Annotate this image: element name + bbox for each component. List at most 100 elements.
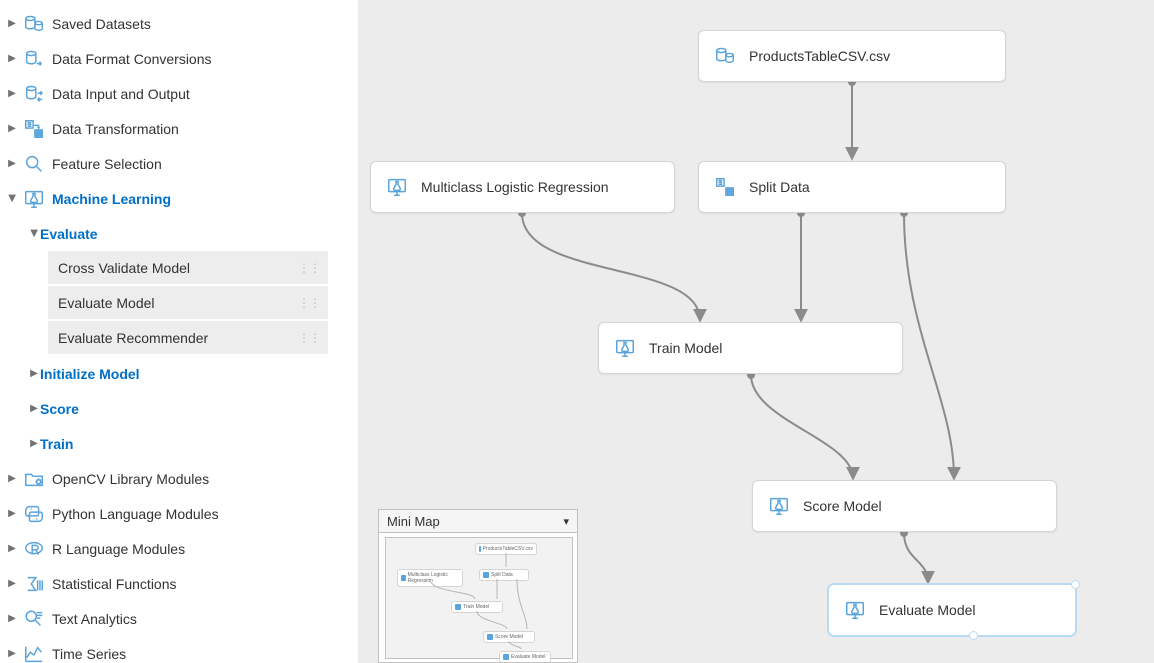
node-label: ProductsTableCSV.csv bbox=[749, 48, 890, 64]
folder-gear-icon bbox=[22, 467, 46, 491]
sidebar-item-initialize-model[interactable]: ▶ Initialize Model bbox=[0, 356, 358, 391]
chevron-right-icon: ▶ bbox=[28, 368, 40, 379]
module-evaluate-model[interactable]: Evaluate Model ⋮⋮ bbox=[48, 286, 328, 321]
database-icon bbox=[22, 12, 46, 36]
sidebar-item-label: Feature Selection bbox=[52, 156, 162, 172]
minimap-title: Mini Map bbox=[387, 514, 440, 529]
sidebar-item-label: Score bbox=[40, 401, 79, 417]
chevron-down-icon: ▶ bbox=[7, 193, 18, 205]
sidebar-item-label: Python Language Modules bbox=[52, 506, 219, 522]
minimap[interactable]: Mini Map ▾ ProductsTableCSV.csv Multicla… bbox=[378, 509, 578, 663]
sidebar-item-statistical-functions[interactable]: ▶ Statistical Functions bbox=[0, 566, 358, 601]
chevron-right-icon: ▶ bbox=[6, 473, 18, 484]
module-evaluate-recommender[interactable]: Evaluate Recommender ⋮⋮ bbox=[48, 321, 328, 356]
sidebar-item-python[interactable]: ▶ Python Language Modules bbox=[0, 496, 358, 531]
sidebar-item-label: Train bbox=[40, 436, 73, 452]
module-cross-validate-model[interactable]: Cross Validate Model ⋮⋮ bbox=[48, 251, 328, 286]
chevron-right-icon: ▶ bbox=[6, 578, 18, 589]
database-icon bbox=[713, 44, 737, 68]
magnifier-icon bbox=[22, 152, 46, 176]
cylinder-io-icon bbox=[22, 82, 46, 106]
node-label: Train Model bbox=[649, 340, 722, 356]
chevron-right-icon: ▶ bbox=[6, 648, 18, 659]
sidebar-item-label: OpenCV Library Modules bbox=[52, 471, 209, 487]
minimap-node: Evaluate Model bbox=[499, 651, 551, 663]
flask-monitor-icon bbox=[843, 598, 867, 622]
sigma-icon bbox=[22, 572, 46, 596]
chevron-right-icon: ▶ bbox=[6, 88, 18, 99]
module-label: Cross Validate Model bbox=[58, 260, 190, 276]
node-train-model[interactable]: Train Model bbox=[598, 322, 903, 374]
node-evaluate-model[interactable]: Evaluate Model bbox=[828, 584, 1076, 636]
module-label: Evaluate Recommender bbox=[58, 330, 208, 346]
sidebar-item-label: Time Series bbox=[52, 646, 126, 662]
minimap-node: Train Model bbox=[451, 601, 503, 613]
sidebar-item-r-language[interactable]: ▶ R Language Modules bbox=[0, 531, 358, 566]
transform-icon bbox=[713, 175, 737, 199]
node-label: Split Data bbox=[749, 179, 810, 195]
module-label: Evaluate Model bbox=[58, 295, 155, 311]
sidebar-item-label: Data Transformation bbox=[52, 121, 179, 137]
minimap-node: Score Model bbox=[483, 631, 535, 643]
sidebar-item-time-series[interactable]: ▶ Time Series bbox=[0, 636, 358, 663]
module-palette-sidebar[interactable]: ▶ Saved Datasets ▶ Data Format Conversio… bbox=[0, 0, 358, 663]
sidebar-item-label: Machine Learning bbox=[52, 191, 171, 207]
drag-grip-icon: ⋮⋮ bbox=[298, 296, 320, 310]
node-label: Evaluate Model bbox=[879, 602, 976, 618]
node-split-data[interactable]: Split Data bbox=[698, 161, 1006, 213]
sidebar-item-evaluate[interactable]: ▶ Evaluate bbox=[0, 216, 358, 251]
node-label: Multiclass Logistic Regression bbox=[421, 179, 609, 195]
drag-grip-icon: ⋮⋮ bbox=[298, 261, 320, 275]
sidebar-item-label: Initialize Model bbox=[40, 366, 140, 382]
minimap-node: ProductsTableCSV.csv bbox=[475, 543, 537, 555]
sidebar-item-label: Evaluate bbox=[40, 226, 98, 242]
node-score-model[interactable]: Score Model bbox=[752, 480, 1057, 532]
chevron-right-icon: ▶ bbox=[28, 403, 40, 414]
drag-grip-icon: ⋮⋮ bbox=[298, 331, 320, 345]
minimap-node: Split Data bbox=[479, 569, 529, 581]
r-lang-icon bbox=[22, 537, 46, 561]
cylinder-arrow-icon bbox=[22, 47, 46, 71]
flask-monitor-icon bbox=[767, 494, 791, 518]
minimap-viewport[interactable] bbox=[385, 537, 573, 659]
sidebar-item-data-transformation[interactable]: ▶ Data Transformation bbox=[0, 111, 358, 146]
selection-handle[interactable] bbox=[969, 631, 978, 640]
chevron-down-icon: ▶ bbox=[29, 228, 40, 240]
flask-monitor-icon bbox=[22, 187, 46, 211]
sidebar-item-data-input-output[interactable]: ▶ Data Input and Output bbox=[0, 76, 358, 111]
sidebar-item-opencv[interactable]: ▶ OpenCV Library Modules bbox=[0, 461, 358, 496]
chevron-right-icon: ▶ bbox=[6, 53, 18, 64]
chevron-right-icon: ▶ bbox=[6, 18, 18, 29]
python-icon bbox=[22, 502, 46, 526]
sidebar-item-label: Saved Datasets bbox=[52, 16, 151, 32]
sidebar-item-saved-datasets[interactable]: ▶ Saved Datasets bbox=[0, 6, 358, 41]
minimap-header[interactable]: Mini Map ▾ bbox=[378, 509, 578, 533]
magnifier-lines-icon bbox=[22, 607, 46, 631]
sidebar-item-machine-learning[interactable]: ▶ Machine Learning bbox=[0, 181, 358, 216]
sidebar-item-label: R Language Modules bbox=[52, 541, 185, 557]
flask-monitor-icon bbox=[613, 336, 637, 360]
sidebar-item-data-format-conversions[interactable]: ▶ Data Format Conversions bbox=[0, 41, 358, 76]
selection-handle[interactable] bbox=[1071, 580, 1080, 589]
sidebar-item-score[interactable]: ▶ Score bbox=[0, 391, 358, 426]
sidebar-item-label: Data Format Conversions bbox=[52, 51, 212, 67]
experiment-canvas[interactable]: ProductsTableCSV.csv Multiclass Logistic… bbox=[358, 0, 1154, 663]
transform-icon bbox=[22, 117, 46, 141]
chevron-right-icon: ▶ bbox=[28, 438, 40, 449]
minimap-body[interactable]: ProductsTableCSV.csv Multiclass Logistic… bbox=[378, 533, 578, 663]
line-chart-icon bbox=[22, 642, 46, 663]
chevron-right-icon: ▶ bbox=[6, 158, 18, 169]
flask-monitor-icon bbox=[385, 175, 409, 199]
sidebar-item-label: Data Input and Output bbox=[52, 86, 190, 102]
node-label: Score Model bbox=[803, 498, 882, 514]
chevron-down-icon: ▾ bbox=[563, 515, 569, 528]
sidebar-item-feature-selection[interactable]: ▶ Feature Selection bbox=[0, 146, 358, 181]
sidebar-item-train[interactable]: ▶ Train bbox=[0, 426, 358, 461]
chevron-right-icon: ▶ bbox=[6, 543, 18, 554]
node-products-csv[interactable]: ProductsTableCSV.csv bbox=[698, 30, 1006, 82]
chevron-right-icon: ▶ bbox=[6, 123, 18, 134]
sidebar-item-text-analytics[interactable]: ▶ Text Analytics bbox=[0, 601, 358, 636]
chevron-right-icon: ▶ bbox=[6, 613, 18, 624]
node-multiclass-logistic-regression[interactable]: Multiclass Logistic Regression bbox=[370, 161, 675, 213]
sidebar-item-label: Text Analytics bbox=[52, 611, 137, 627]
